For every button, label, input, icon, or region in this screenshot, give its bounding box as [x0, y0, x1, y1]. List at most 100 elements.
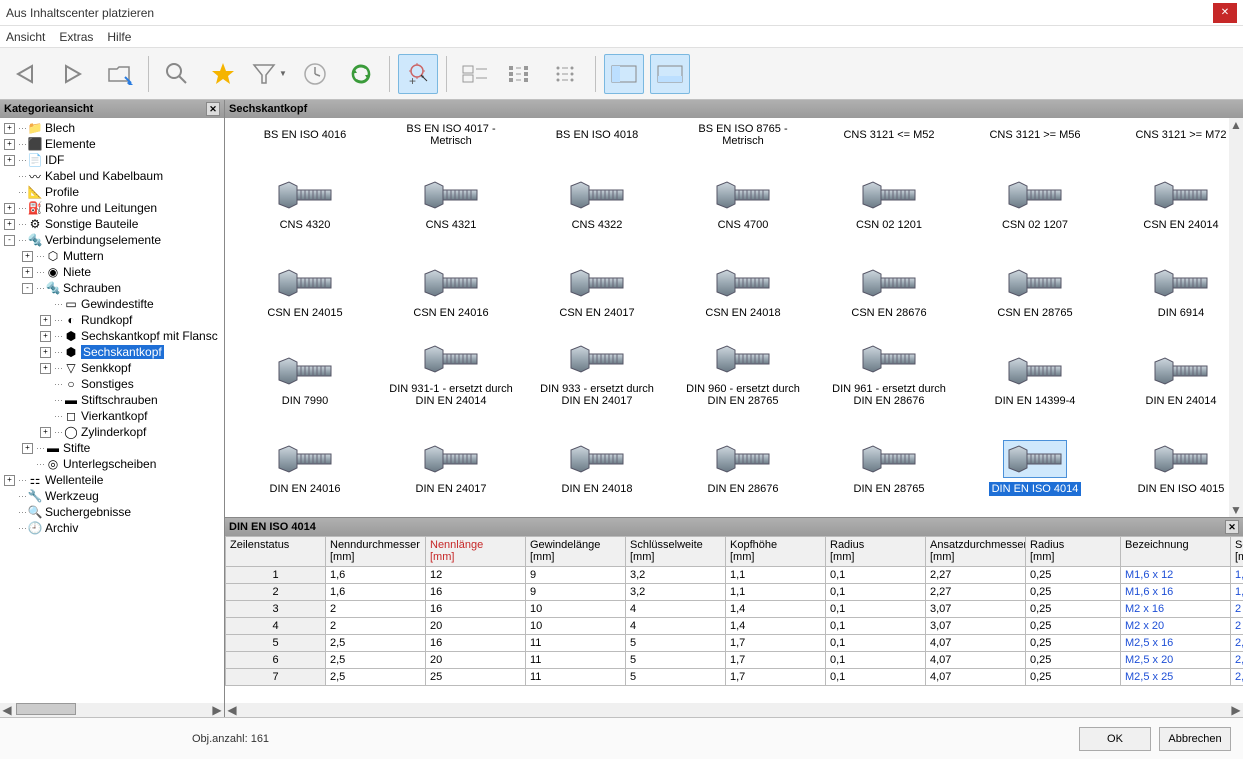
open-folder-button[interactable]: [100, 54, 140, 94]
tree-item[interactable]: ⋯〰Kabel und Kabelbaum: [0, 168, 224, 184]
grid-item[interactable]: CNS 4322: [527, 148, 667, 232]
tree-item[interactable]: +⋯📄IDF: [0, 152, 224, 168]
tree-expander-icon[interactable]: +: [40, 363, 51, 374]
tree-expander-icon[interactable]: +: [22, 443, 33, 454]
table-row[interactable]: 11,61293,21,10,12,270,25M1,6 x 121,6: [226, 567, 1243, 584]
tree-expander-icon[interactable]: -: [4, 235, 15, 246]
table-header[interactable]: Schlüsselweite[mm]: [626, 537, 726, 567]
back-button[interactable]: [8, 54, 48, 94]
grid-item[interactable]: CNS 4320: [235, 148, 375, 232]
table-header[interactable]: Radius[mm]: [826, 537, 926, 567]
favorite-button[interactable]: [203, 54, 243, 94]
panel-tree-button[interactable]: [604, 54, 644, 94]
grid-item[interactable]: DIN 6914: [1111, 236, 1243, 320]
scroll-up-icon[interactable]: ▲: [1229, 118, 1243, 132]
grid-vscrollbar[interactable]: ▲ ▼: [1229, 118, 1243, 517]
table-header[interactable]: Nenndurchmesser[mm]: [326, 537, 426, 567]
forward-button[interactable]: [54, 54, 94, 94]
filter-button[interactable]: ▼: [249, 54, 289, 94]
menu-ansicht[interactable]: Ansicht: [6, 30, 45, 44]
table-panel-close-icon[interactable]: ✕: [1225, 520, 1239, 534]
grid-item[interactable]: DIN EN 24016: [235, 412, 375, 496]
tree-expander-icon[interactable]: +: [40, 331, 51, 342]
tree-item[interactable]: +⋯▬Stifte: [0, 440, 224, 456]
tree-item[interactable]: ⋯▭Gewindestifte: [0, 296, 224, 312]
tree-item[interactable]: +⋯◉Niete: [0, 264, 224, 280]
tree-item[interactable]: ⋯🔍Suchergebnisse: [0, 504, 224, 520]
grid-item[interactable]: DIN EN 24017: [381, 412, 521, 496]
grid-item[interactable]: CSN EN 24017: [527, 236, 667, 320]
table-header[interactable]: Gewindelänge[mm]: [526, 537, 626, 567]
grid-item[interactable]: DIN EN 24014: [1111, 324, 1243, 408]
tree-item[interactable]: +⋯⬡Muttern: [0, 248, 224, 264]
grid-item[interactable]: CSN EN 28765: [965, 236, 1105, 320]
tree-item[interactable]: +⋯⚏Wellenteile: [0, 472, 224, 488]
tree-item[interactable]: ⋯🔧Werkzeug: [0, 488, 224, 504]
grid-item[interactable]: CSN 02 1207: [965, 148, 1105, 232]
grid-item[interactable]: CNS 3121 >= M56: [965, 122, 1105, 144]
tree-item[interactable]: +⋯◐Rundkopf: [0, 312, 224, 328]
grid-item[interactable]: CNS 3121 <= M52: [819, 122, 959, 144]
grid-item[interactable]: CNS 3121 >= M72: [1111, 122, 1243, 144]
tree-item[interactable]: +⋯▽Senkkopf: [0, 360, 224, 376]
tree-expander-icon[interactable]: +: [4, 123, 15, 134]
tree-expander-icon[interactable]: +: [40, 427, 51, 438]
ok-button[interactable]: OK: [1079, 727, 1151, 751]
tree-item[interactable]: ⋯◎Unterlegscheiben: [0, 456, 224, 472]
menu-hilfe[interactable]: Hilfe: [107, 30, 131, 44]
panel-table-button[interactable]: [650, 54, 690, 94]
tree-item[interactable]: -⋯🔩Verbindungselemente: [0, 232, 224, 248]
category-tree[interactable]: +⋯📁Blech+⋯⬛Elemente+⋯📄IDF⋯〰Kabel und Kab…: [0, 118, 224, 705]
grid-item[interactable]: BS EN ISO 4016: [235, 122, 375, 144]
tree-expander-icon[interactable]: +: [40, 347, 51, 358]
detail-table[interactable]: ZeilenstatusNenndurchmesser[mm]Nennlänge…: [225, 536, 1243, 686]
view-large-button[interactable]: [455, 54, 495, 94]
grid-item[interactable]: DIN EN 14399-4: [965, 324, 1105, 408]
grid-item[interactable]: DIN EN 24018: [527, 412, 667, 496]
table-row[interactable]: 72,5251151,70,14,070,25M2,5 x 252,5: [226, 669, 1243, 686]
grid-item[interactable]: DIN 960 - ersetzt durch DIN EN 28765: [673, 324, 813, 408]
tree-expander-icon[interactable]: +: [22, 267, 33, 278]
grid-item[interactable]: CSN EN 24014: [1111, 148, 1243, 232]
tree-item[interactable]: ⋯○Sonstiges: [0, 376, 224, 392]
table-row[interactable]: 21,61693,21,10,12,270,25M1,6 x 161,6: [226, 584, 1243, 601]
tree-item[interactable]: ⋯📐Profile: [0, 184, 224, 200]
grid-item[interactable]: BS EN ISO 4018: [527, 122, 667, 144]
grid-item[interactable]: CNS 4700: [673, 148, 813, 232]
table-row[interactable]: 62,5201151,70,14,070,25M2,5 x 202,5: [226, 652, 1243, 669]
table-row[interactable]: 32161041,40,13,070,25M2 x 162: [226, 601, 1243, 618]
tree-item[interactable]: +⋯◯Zylinderkopf: [0, 424, 224, 440]
table-header[interactable]: Bezeichnung: [1121, 537, 1231, 567]
tree-item[interactable]: +⋯📁Blech: [0, 120, 224, 136]
view-list-button[interactable]: [501, 54, 541, 94]
grid-item[interactable]: BS EN ISO 8765 - Metrisch: [673, 122, 813, 144]
grid-item[interactable]: CSN EN 28676: [819, 236, 959, 320]
grid-item[interactable]: DIN 961 - ersetzt durch DIN EN 28676: [819, 324, 959, 408]
table-row[interactable]: 52,5161151,70,14,070,25M2,5 x 162,5: [226, 635, 1243, 652]
tree-item[interactable]: +⋯⛽Rohre und Leitungen: [0, 200, 224, 216]
tree-expander-icon[interactable]: +: [4, 139, 15, 150]
tree-panel-close-icon[interactable]: ✕: [206, 102, 220, 116]
grid-item[interactable]: CSN EN 24018: [673, 236, 813, 320]
table-header[interactable]: Ansatzdurchmesser[mm]: [926, 537, 1026, 567]
table-header[interactable]: Zeilenstatus: [226, 537, 326, 567]
view-detail-button[interactable]: [547, 54, 587, 94]
search-button[interactable]: [157, 54, 197, 94]
close-button[interactable]: ✕: [1213, 3, 1237, 23]
table-header[interactable]: Kopfhöhe[mm]: [726, 537, 826, 567]
scroll-right-icon[interactable]: ▶: [210, 703, 224, 717]
tree-expander-icon[interactable]: +: [4, 475, 15, 486]
grid-item[interactable]: DIN EN ISO 4014: [965, 412, 1105, 496]
tree-expander-icon[interactable]: +: [4, 219, 15, 230]
refresh-button[interactable]: [341, 54, 381, 94]
history-button[interactable]: [295, 54, 335, 94]
grid-item[interactable]: DIN 931-1 - ersetzt durch DIN EN 24014: [381, 324, 521, 408]
grid-item[interactable]: CSN EN 24016: [381, 236, 521, 320]
tree-expander-icon[interactable]: +: [4, 203, 15, 214]
table-row[interactable]: 42201041,40,13,070,25M2 x 202: [226, 618, 1243, 635]
table-header[interactable]: Nennlänge[mm]: [426, 537, 526, 567]
tree-expander-icon[interactable]: +: [40, 315, 51, 326]
grid-item[interactable]: CSN EN 24015: [235, 236, 375, 320]
tree-item[interactable]: -⋯🔩Schrauben: [0, 280, 224, 296]
menu-extras[interactable]: Extras: [59, 30, 93, 44]
